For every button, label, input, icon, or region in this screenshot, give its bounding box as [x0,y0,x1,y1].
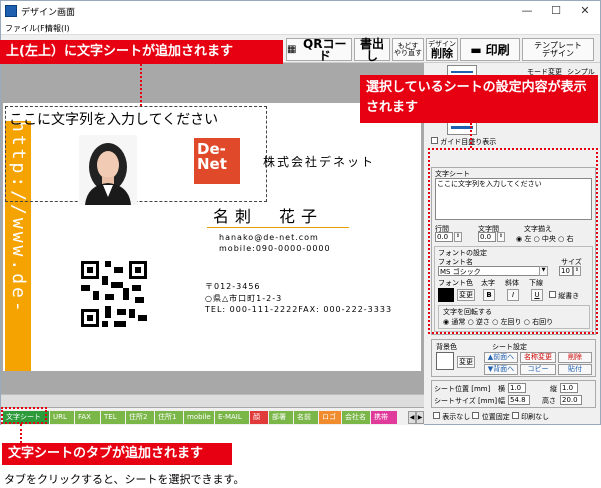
send-back-button[interactable]: ▼背面へ [484,364,518,375]
tab-scroll-left-icon[interactable]: ◀ [408,411,416,424]
print-button[interactable]: ▬ 印刷 [460,38,520,61]
height-input[interactable]: 20.0 [560,395,582,405]
sheet-pos-label: シート位置 [mm] [434,385,491,393]
print-label: 印刷 [485,42,510,57]
maximize-button[interactable]: ☐ [542,1,570,21]
tab-sheet[interactable]: FAX [75,411,100,424]
rename-button[interactable]: 名称変更 [520,352,556,363]
email-text[interactable]: hanako@de-net.com [219,233,319,242]
noprint-checkbox[interactable] [511,412,519,419]
callout-right: 選択しているシートの設定内容が表示されます [360,75,598,123]
guide-label: ガイド目盛り表示 [440,138,497,146]
width-input[interactable]: 54.8 [508,395,530,405]
width-label: 幅 [498,397,505,405]
tab-sheet[interactable]: 住所2 [126,411,154,424]
callout-right-connector [470,123,472,148]
sheet-tab-bar: 文字シート URL FAX TEL 住所2 住所1 mobile E-MAIL 顔部署 名前 ロゴ会… [1,410,424,425]
tab-sheet[interactable]: TEL [101,411,125,424]
export-button[interactable]: 書出し [354,38,390,62]
tab-scroll-right-icon[interactable]: ▶ [416,411,424,424]
mobile-text[interactable]: mobile:090-0000-0000 [219,244,331,253]
lock-label: 位置固定 [481,413,510,421]
caption-text: タブをクリックすると、シートを選択できます。 [4,473,245,486]
app-icon [5,5,17,17]
title-bar: デザイン画面 — ☐ ✕ [1,1,600,21]
qr-code-button[interactable]: ▦ QRコード [286,36,352,63]
delete-design-button[interactable]: デザイン 削除 [426,38,458,61]
face-photo[interactable] [79,135,137,205]
settings-highlight [428,148,598,334]
delete-label: 削除 [431,46,453,60]
qr-icon: ▦ [287,43,297,55]
height-label: 高さ [542,397,556,405]
hide-checkbox[interactable] [433,412,440,419]
menu-info[interactable]: 情報(I) [45,23,70,34]
pos-y-label: 縦 [550,385,557,393]
redo-label: やり直す [394,48,422,57]
hide-option[interactable]: 表示なし [433,412,471,421]
company-name[interactable]: 株式会社デネット [263,153,375,170]
pos-x-input[interactable]: 1.0 [508,383,526,393]
template-design-button[interactable]: テンプレート デザイン [522,38,594,61]
close-button[interactable]: ✕ [571,1,599,21]
company-logo[interactable]: De- Net [194,138,240,184]
person-name[interactable]: 名刺 花子 [213,203,323,227]
sheet-size-label: シートサイズ [mm] [434,397,498,405]
logo-line2: Net [197,155,227,173]
noprint-label: 印刷なし [521,413,550,421]
tab-sheet[interactable]: ロゴ [319,411,341,424]
callout-top-connector [140,64,142,106]
callout-bottom: 文字シートのタブが追加されます [2,443,232,465]
name-underline [207,227,349,228]
tab-sheet[interactable]: 部署 [269,411,293,424]
qr-code-label: QRコード [303,36,347,63]
minimize-button[interactable]: — [513,1,541,21]
tab-sheet[interactable]: mobile [184,411,214,424]
display-options: 表示なし 位置固定 印刷なし [433,412,549,422]
menu-file[interactable]: ファイル(F) [5,23,48,34]
copy-sheet-button[interactable]: コピー [520,364,556,375]
window-title: デザイン画面 [21,8,76,18]
callout-bottom-connector [20,424,22,443]
tab-sheet[interactable]: 住所1 [155,411,183,424]
delete-sheet-button[interactable]: 削除 [558,352,592,363]
address-text[interactable]: ○県△市口町1-2-3 [205,293,282,304]
tel-fax-text[interactable]: TEL: 000-111-2222FAX: 000-222-3333 [205,305,392,314]
lock-checkbox[interactable] [472,412,480,419]
tab-sheet[interactable]: E-MAIL [215,411,249,424]
qr-code[interactable] [81,261,147,327]
lock-option[interactable]: 位置固定 [472,412,510,421]
tab-sheet[interactable]: 名前 [294,411,318,424]
undo-redo-button[interactable]: もどす やり直す [392,38,424,61]
design-label: デザイン [542,48,574,58]
pos-y-input[interactable]: 1.0 [560,383,578,393]
menu-bar: ファイル(F) 情報(I) [1,21,600,35]
zip-text[interactable]: 〒012-3456 [205,281,261,292]
tab-sheet[interactable]: 携帯 [371,411,397,424]
sheet-geometry-group: シート位置 [mm] 横 1.0 縦 1.0 シートサイズ [mm] 幅 54.… [431,380,596,408]
bring-front-button[interactable]: ▲前面へ [484,352,518,363]
paste-sheet-button[interactable]: 貼付 [558,364,592,375]
bg-color-change-button[interactable]: 変更 [457,356,475,368]
noprint-option[interactable]: 印刷なし [511,412,550,421]
bg-color-swatch[interactable] [436,352,454,370]
tab-sheet[interactable]: URL [50,411,74,424]
guide-checkbox[interactable] [431,137,438,144]
hide-label: 表示なし [442,413,471,421]
tab-sheet[interactable]: 会社名 [342,411,370,424]
tab-sheet[interactable]: 顔 [250,411,268,424]
preview-thumb-bar [451,71,473,73]
callout-top: 上(左上）に文字シートが追加されます [0,40,283,64]
new-tab-highlight [1,407,47,424]
print-icon: ▬ [470,42,482,57]
sheet-settings-group: 背景色 変更 シート設定 ▲前面へ 名称変更 削除 ▼背面へ コピー 貼付 [431,339,596,377]
sheet-setting-label: シート設定 [492,343,527,351]
pos-x-label: 横 [498,385,505,393]
horizontal-scrollbar[interactable] [1,394,424,407]
bg-color-label: 背景色 [436,343,457,351]
guide-option[interactable]: ガイド目盛り表示 [431,137,496,147]
